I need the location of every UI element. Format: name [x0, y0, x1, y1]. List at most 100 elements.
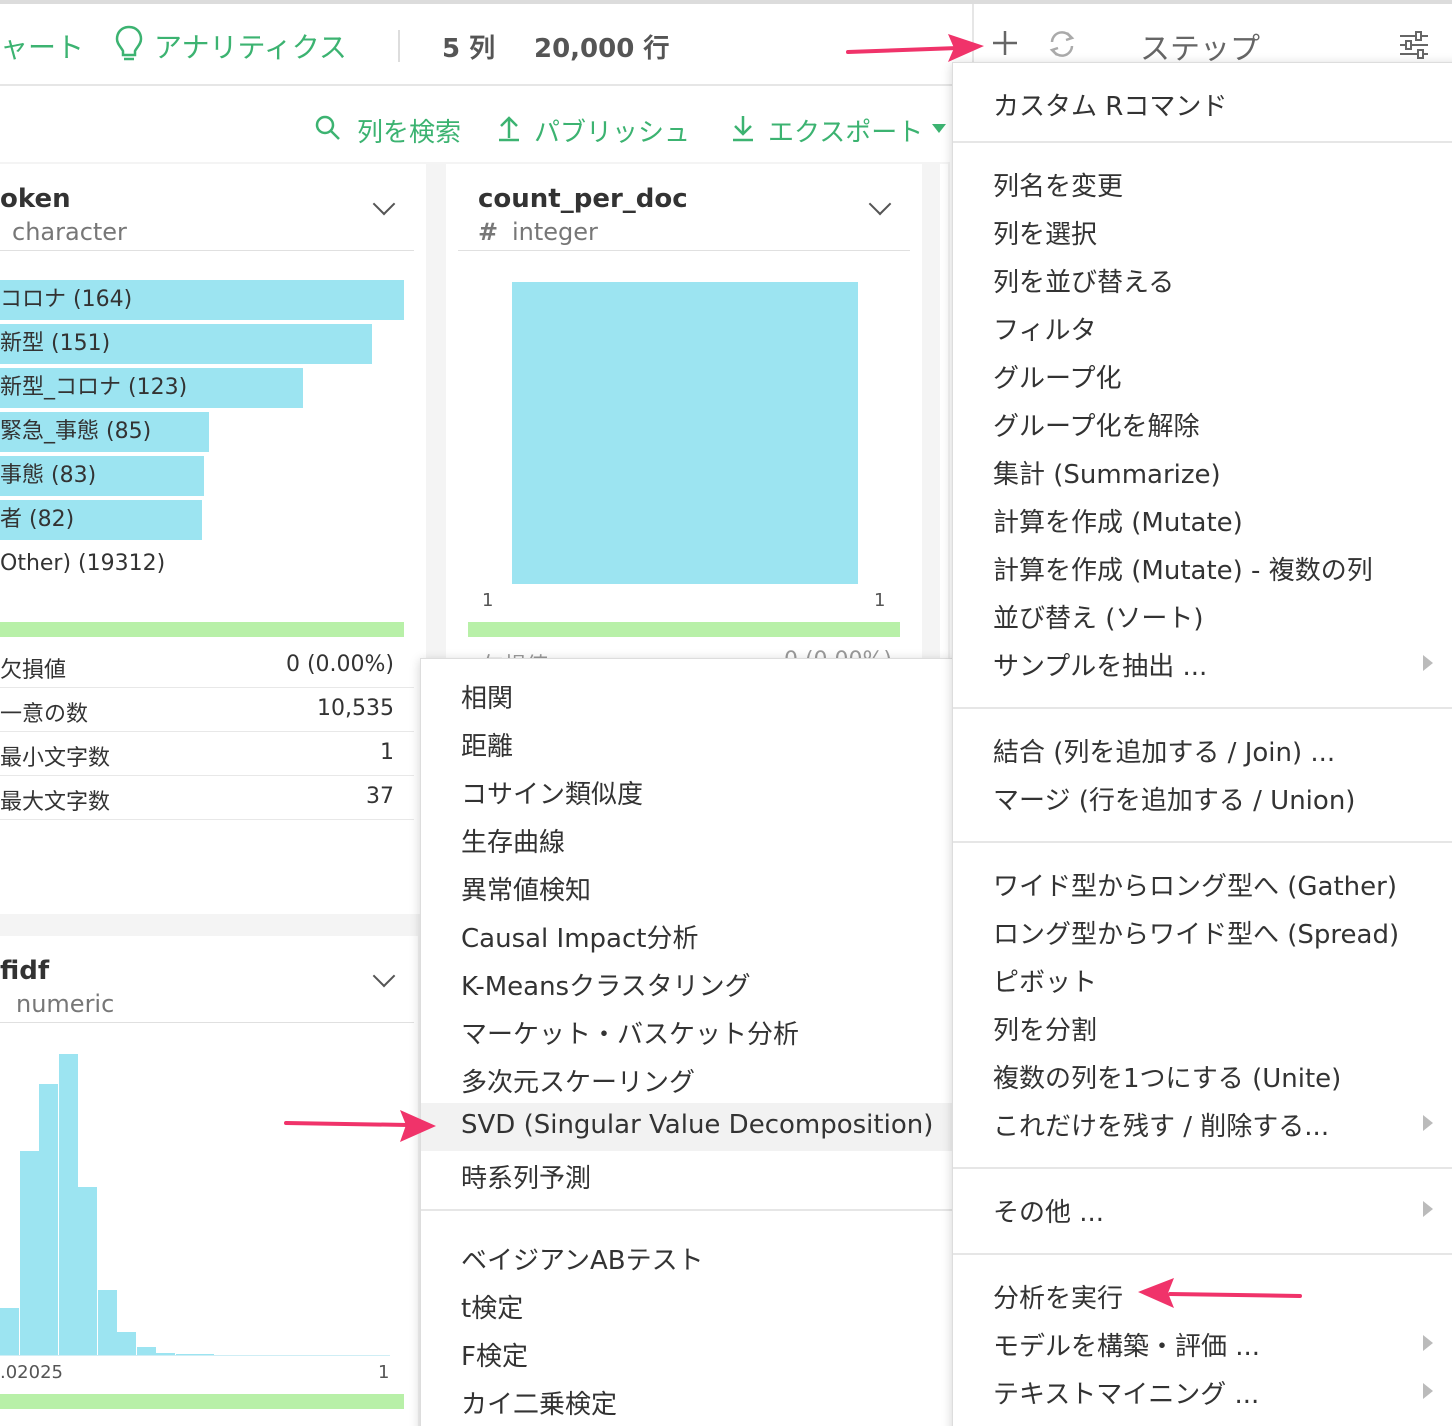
analytics-menu-item[interactable]: K-Meansクラスタリング — [421, 959, 955, 1007]
column-name: count_per_doc — [478, 184, 688, 214]
histogram-bar[interactable] — [78, 1187, 97, 1356]
menu-item-label: 相関 — [461, 684, 514, 714]
menu-item-label: 結合 (列を追加する / Join) ... — [993, 738, 1336, 768]
analytics-menu-item[interactable]: t検定 — [421, 1281, 955, 1329]
settings-sliders-icon[interactable] — [1398, 30, 1430, 60]
step-menu-item[interactable]: 計算を作成 (Mutate) — [953, 495, 1452, 543]
export-button[interactable]: エクスポート — [768, 112, 923, 149]
step-menu-item[interactable]: 列を分割 — [953, 1003, 1452, 1051]
analytics-menu-item[interactable]: F検定 — [421, 1329, 955, 1377]
step-menu-item[interactable]: ロング型からワイド型へ (Spread) — [953, 907, 1452, 955]
axis-min-label: .02025 — [0, 1362, 63, 1383]
step-menu-item[interactable]: これだけを残す / 削除する... — [953, 1099, 1452, 1147]
arrow-annotation-add-step — [846, 34, 984, 62]
stat-row: 一意の数 10,535 — [0, 688, 414, 732]
tab-chart[interactable]: ャート — [0, 26, 84, 66]
stat-label: 最小文字数 — [0, 746, 111, 771]
menu-item-label: 集計 (Summarize) — [993, 460, 1221, 490]
step-menu-item[interactable]: 列を選択 — [953, 207, 1452, 255]
analytics-menu-item[interactable]: 異常値検知 — [421, 863, 955, 911]
menu-divider — [953, 1253, 1452, 1255]
step-menu-item[interactable]: 集計 (Summarize) — [953, 447, 1452, 495]
analytics-menu-item[interactable]: Causal Impact分析 — [421, 911, 955, 959]
menu-item-label: カスタム Rコマンド — [993, 92, 1228, 122]
step-menu-item[interactable]: サンプルを抽出 ... — [953, 639, 1452, 687]
analytics-menu-item[interactable]: 多次元スケーリング — [421, 1055, 955, 1103]
step-menu-item[interactable]: その他 ... — [953, 1185, 1452, 1233]
menu-item-label: 時系列予測 — [461, 1164, 592, 1194]
menu-item-label: Causal Impact分析 — [461, 924, 699, 954]
analytics-menu-item[interactable]: 相関 — [421, 671, 955, 719]
caret-down-icon[interactable] — [932, 124, 946, 133]
step-menu-item[interactable]: マージ (行を追加する / Union) — [953, 773, 1452, 821]
analytics-menu-item[interactable]: コサイン類似度 — [421, 767, 955, 815]
analytics-menu-item[interactable]: カイ二乗検定 — [421, 1377, 955, 1425]
menu-item-label: 計算を作成 (Mutate) — [993, 508, 1243, 538]
analytics-menu-item[interactable]: SVD (Singular Value Decomposition) — [421, 1103, 955, 1151]
card-divider — [0, 250, 414, 251]
menu-item-label: ピボット — [993, 968, 1098, 998]
analytics-menu-item[interactable]: ベイジアンABテスト — [421, 1233, 955, 1281]
histogram-bar[interactable] — [20, 1151, 39, 1356]
column-type: numeric — [16, 990, 115, 1018]
analytics-menu-item[interactable]: マーケット・バスケット分析 — [421, 1007, 955, 1055]
step-menu-item[interactable]: フィルタ — [953, 303, 1452, 351]
analytics-menu-item[interactable]: 生存曲線 — [421, 815, 955, 863]
menu-item-label: ベイジアンABテスト — [461, 1246, 704, 1276]
column-name: oken — [0, 184, 71, 214]
submenu-arrow-icon — [1423, 1335, 1433, 1351]
step-menu-item[interactable]: 並び替え (ソート) — [953, 591, 1452, 639]
histogram-baseline — [0, 1355, 390, 1356]
step-menu-item[interactable]: カスタム Rコマンド — [953, 79, 1452, 127]
publish-button[interactable]: パブリッシュ — [534, 112, 690, 149]
column-type: character — [12, 218, 127, 246]
search-columns-button[interactable]: 列を検索 — [357, 112, 461, 149]
menu-item-label: F検定 — [461, 1342, 528, 1372]
token-bar-label: コロナ (164) — [0, 287, 133, 312]
stat-row: 最小文字数 1 — [0, 732, 414, 776]
analytics-menu-item[interactable]: 時系列予測 — [421, 1151, 955, 1199]
histogram-bar[interactable] — [59, 1054, 78, 1356]
step-menu-item[interactable]: 結合 (列を追加する / Join) ... — [953, 725, 1452, 773]
token-bar-label: 新型_コロナ (123) — [0, 375, 188, 400]
step-menu-item[interactable]: グループ化を解除 — [953, 399, 1452, 447]
valid-values-strip — [0, 622, 404, 637]
menu-item-label: 分析を実行 — [993, 1284, 1124, 1314]
histogram-bar[interactable] — [117, 1332, 136, 1356]
tab-analytics[interactable]: アナリティクス — [154, 26, 347, 66]
menu-divider — [953, 841, 1452, 843]
menu-item-label: 多次元スケーリング — [461, 1068, 696, 1098]
step-menu-item[interactable]: グループ化 — [953, 351, 1452, 399]
submenu-arrow-icon — [1423, 655, 1433, 671]
step-menu-item[interactable]: モデルを構築・評価 ... — [953, 1319, 1452, 1367]
step-menu-item[interactable]: 列を並び替える — [953, 255, 1452, 303]
upload-icon — [496, 114, 522, 142]
token-bar-label: 緊急_事態 (85) — [0, 419, 152, 444]
step-menu-item[interactable]: 計算を作成 (Mutate) - 複数の列 — [953, 543, 1452, 591]
token-bar-label: 新型 (151) — [0, 331, 111, 356]
histogram-bar[interactable] — [98, 1290, 117, 1356]
download-icon — [730, 114, 756, 142]
axis-min-label: 1 — [482, 590, 494, 611]
integer-type-icon: # — [478, 218, 499, 246]
refresh-icon[interactable] — [1046, 28, 1078, 60]
step-menu-item[interactable]: ピボット — [953, 955, 1452, 1003]
step-menu-item[interactable]: ワイド型からロング型へ (Gather) — [953, 859, 1452, 907]
card-divider — [458, 250, 910, 251]
menu-item-label: 複数の列を1つにする (Unite) — [993, 1064, 1342, 1094]
histogram-bar[interactable] — [0, 1308, 19, 1356]
histogram-bar[interactable] — [39, 1084, 58, 1356]
submenu-arrow-icon — [1423, 1201, 1433, 1217]
add-step-menu: カスタム Rコマンド列名を変更 列を選択 列を並び替える フィルタ グループ化 グループ化… — [952, 62, 1452, 1426]
analytics-menu-item[interactable]: 距離 — [421, 719, 955, 767]
menu-divider — [953, 1167, 1452, 1169]
step-menu-item[interactable]: テキストマイニング ... — [953, 1367, 1452, 1415]
menu-item-label: 並び替え (ソート) — [993, 604, 1204, 634]
step-menu-item[interactable]: 列名を変更 — [953, 159, 1452, 207]
arrow-annotation-run-analysis — [1138, 1278, 1302, 1308]
menu-item-label: 生存曲線 — [461, 828, 566, 858]
stat-label: 一意の数 — [0, 702, 89, 727]
menu-item-label: カイ二乗検定 — [461, 1390, 618, 1420]
step-menu-item[interactable]: 複数の列を1つにする (Unite) — [953, 1051, 1452, 1099]
add-step-icon[interactable] — [990, 28, 1020, 58]
